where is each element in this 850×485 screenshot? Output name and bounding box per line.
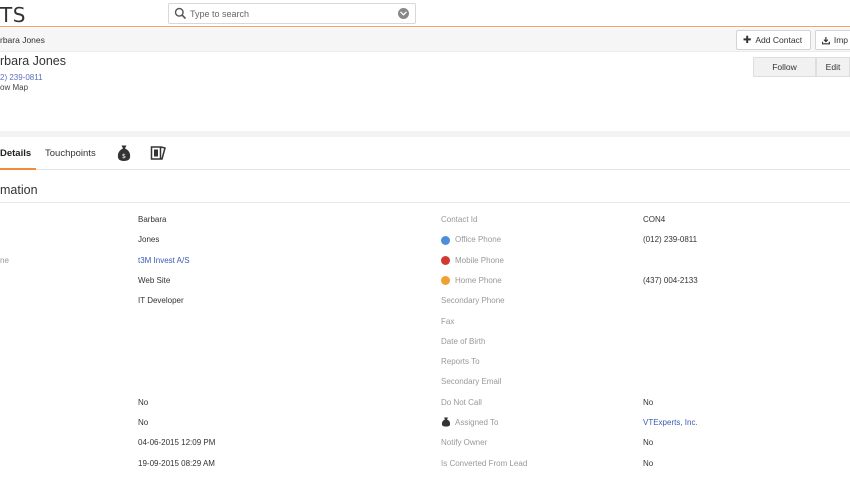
global-search[interactable]	[168, 3, 416, 24]
contact-id-value: CON4	[643, 215, 666, 224]
field-label-organization: ne	[0, 256, 9, 265]
do-not-call-left-value: No	[138, 418, 149, 427]
organization-link[interactable]: t3M Invest A/S	[138, 256, 190, 265]
app-logo[interactable]: TS	[0, 3, 26, 27]
do-not-call-label: Do Not Call	[441, 398, 482, 407]
section-divider	[0, 131, 850, 137]
breadcrumb-bar: rbara Jones	[0, 28, 850, 52]
assigned-to-link[interactable]: VTExperts, Inc.	[643, 418, 698, 427]
notify-owner-label: Notify Owner	[441, 438, 488, 447]
modified-time-value: 19-09-2015 08:29 AM	[138, 459, 215, 468]
do-not-call-value: No	[643, 398, 654, 407]
converted-from-lead-label: Is Converted From Lead	[441, 459, 528, 468]
created-time-value: 04-06-2015 12:09 PM	[138, 438, 216, 447]
record-tabs: Details Touchpoints $	[0, 138, 850, 170]
last-name-value: Jones	[138, 235, 160, 244]
phone-icon	[441, 236, 450, 245]
reports-to-label: Reports To	[441, 357, 480, 366]
svg-text:$: $	[122, 152, 126, 160]
converted-from-lead-value: No	[643, 459, 654, 468]
follow-button[interactable]: Follow	[753, 57, 816, 77]
record-phone[interactable]: 2) 239-0811	[0, 73, 43, 82]
notify-owner-value: No	[643, 438, 654, 447]
secondary-phone-label: Secondary Phone	[441, 296, 505, 305]
lead-source-value: Web Site	[138, 276, 171, 285]
home-phone-label: Home Phone	[455, 276, 502, 285]
home-phone-icon	[441, 276, 450, 285]
secondary-email-label: Secondary Email	[441, 377, 502, 386]
title-value: IT Developer	[138, 296, 184, 305]
office-phone-label: Office Phone	[455, 235, 502, 244]
cash-icon[interactable]	[150, 144, 166, 162]
assigned-user-icon	[441, 417, 451, 427]
mobile-icon	[441, 256, 450, 265]
mobile-phone-label: Mobile Phone	[455, 256, 504, 265]
first-name-value: Barbara	[138, 215, 167, 224]
plus-icon: ✚	[743, 34, 752, 46]
breadcrumb[interactable]: rbara Jones	[0, 35, 45, 45]
tab-touchpoints[interactable]: Touchpoints	[45, 148, 96, 159]
tab-details[interactable]: Details	[0, 148, 31, 159]
office-phone-value[interactable]: (012) 239-0811	[643, 235, 697, 244]
import-label: Imp	[833, 35, 848, 45]
active-tab-indicator	[0, 168, 36, 170]
download-icon	[822, 36, 830, 44]
top-bar: TS	[0, 0, 850, 27]
contact-id-label: Contact Id	[441, 215, 478, 224]
import-button[interactable]: Imp	[815, 30, 850, 50]
show-map-link[interactable]: ow Map	[0, 83, 28, 92]
edit-button[interactable]: Edit	[816, 57, 850, 77]
money-bag-icon[interactable]: $	[116, 144, 132, 162]
search-options-icon[interactable]	[398, 8, 409, 19]
search-input[interactable]	[190, 6, 385, 22]
section-rule	[0, 202, 850, 203]
home-phone-value[interactable]: (437) 004-2133	[643, 276, 698, 285]
email-opt-out-value: No	[138, 398, 149, 407]
assigned-to-label: Assigned To	[455, 418, 499, 427]
search-icon	[174, 7, 187, 20]
add-contact-button[interactable]: ✚ Add Contact	[736, 30, 811, 50]
add-contact-label: Add Contact	[755, 35, 803, 45]
fax-label: Fax	[441, 317, 455, 326]
section-title: mation	[0, 183, 38, 197]
date-of-birth-label: Date of Birth	[441, 337, 486, 346]
record-name: rbara Jones	[0, 54, 67, 68]
